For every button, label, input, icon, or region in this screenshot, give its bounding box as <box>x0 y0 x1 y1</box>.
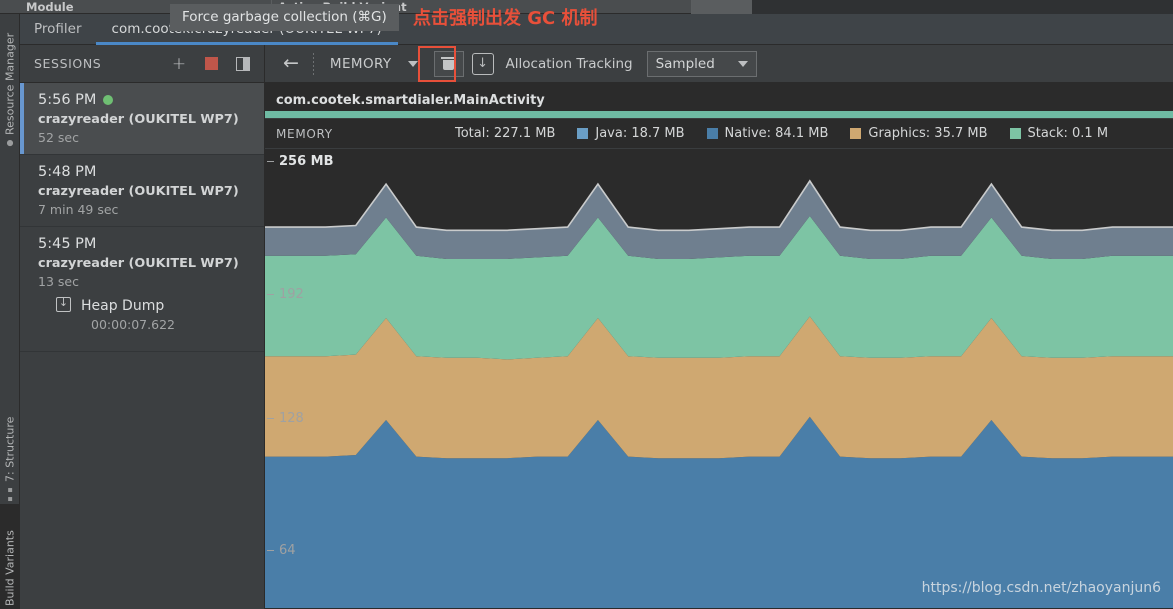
session-time-row: 5:56 PM <box>38 92 254 108</box>
legend-graphics-label: Graphics: 35.7 MB <box>868 126 987 141</box>
session-list-item-3[interactable]: 5:45 PM crazyreader (OUKITEL WP7) 13 sec… <box>20 227 264 352</box>
activity-timeline-row: com.cootek.smartdialer.MainActivity <box>265 83 1173 119</box>
legend-stack-label: Stack: 0.1 M <box>1028 126 1109 141</box>
stop-icon <box>205 57 218 70</box>
session-time: 5:48 PM <box>38 164 96 180</box>
split-pane-icon <box>236 57 250 71</box>
heap-dump-icon <box>56 297 71 312</box>
legend-swatch-stack <box>1010 128 1021 139</box>
force-gc-tooltip: Force garbage collection (⌘G) <box>170 4 399 31</box>
profiler-type-dropdown[interactable]: MEMORY <box>320 56 428 72</box>
trash-icon <box>443 57 454 70</box>
session-process-name: crazyreader (OUKITEL WP7) <box>38 112 254 127</box>
resource-manager-icon: ● <box>6 139 15 148</box>
heap-dump-timestamp: 00:00:07.622 <box>81 317 175 332</box>
session-time: 5:45 PM <box>38 236 96 252</box>
legend-swatch-graphics <box>850 128 861 139</box>
legend-stack: Stack: 0.1 M <box>1010 126 1109 141</box>
session-process-name: crazyreader (OUKITEL WP7) <box>38 256 254 271</box>
live-session-indicator-icon <box>103 95 113 105</box>
legend-java: Java: 18.7 MB <box>577 126 684 141</box>
heap-dump-export-icon[interactable] <box>472 53 494 75</box>
session-time-row: 5:45 PM <box>38 236 254 252</box>
legend-java-label: Java: 18.7 MB <box>595 126 684 141</box>
y-axis-label-192: 192 <box>267 287 304 302</box>
allocation-sampling-select[interactable]: Sampled <box>647 51 757 77</box>
memory-chart[interactable]: 256 MB 192 128 64 https://blog.csdn.net/… <box>265 149 1173 608</box>
profiler-main-area: ← MEMORY Allocation Tracking Sampled com… <box>265 45 1173 609</box>
module-bar-end <box>752 0 1173 14</box>
resource-manager-label: Resource Manager <box>4 33 17 135</box>
chevron-down-icon <box>408 61 418 67</box>
session-list-item-1[interactable]: 5:56 PM crazyreader (OUKITEL WP7) 52 sec <box>20 83 264 155</box>
module-bar-spacer <box>692 0 752 14</box>
legend-native-label: Native: 84.1 MB <box>725 126 829 141</box>
heap-dump-label: Heap Dump <box>81 298 164 314</box>
watermark: https://blog.csdn.net/zhaoyanjun6 <box>922 580 1161 596</box>
back-arrow-icon[interactable]: ← <box>275 54 307 73</box>
sessions-header: SESSIONS + <box>20 45 264 83</box>
sidebar-item-structure[interactable]: ▪▪ 7: Structure <box>0 394 20 504</box>
legend-swatch-native <box>707 128 718 139</box>
add-session-button[interactable]: + <box>170 55 188 73</box>
force-gc-button[interactable] <box>434 51 464 77</box>
memory-legend-row: MEMORY Total: 227.1 MB Java: 18.7 MB Nat… <box>265 119 1173 149</box>
legend-total-label: Total: 227.1 MB <box>455 126 555 141</box>
toggle-sessions-pane-button[interactable] <box>234 55 252 73</box>
chevron-down-icon <box>738 61 748 67</box>
structure-icon: ▪▪ <box>6 486 15 504</box>
annotation-text: 点击强制出发 GC 机制 <box>413 4 598 30</box>
session-time: 5:56 PM <box>38 92 96 108</box>
toolbar-separator <box>313 53 314 75</box>
memory-legend-title: MEMORY <box>265 127 455 141</box>
left-tool-strip: ● Resource Manager ▪▪ 7: Structure ▲ Bui… <box>0 14 20 609</box>
heap-dump-entry[interactable]: Heap Dump 00:00:07.622 <box>38 289 254 342</box>
profiler-window: Module Active Build Variant ● Resource M… <box>0 0 1173 609</box>
sidebar-item-resource-manager[interactable]: ● Resource Manager <box>0 18 20 148</box>
legend-total: Total: 227.1 MB <box>455 126 555 141</box>
session-duration: 52 sec <box>38 130 254 145</box>
session-time-row: 5:48 PM <box>38 164 254 180</box>
activity-name: com.cootek.smartdialer.MainActivity <box>276 93 545 108</box>
legend-graphics: Graphics: 35.7 MB <box>850 126 987 141</box>
session-list-item-2[interactable]: 5:48 PM crazyreader (OUKITEL WP7) 7 min … <box>20 155 264 227</box>
memory-area-chart-svg <box>265 149 1173 608</box>
y-axis-label-128: 128 <box>267 411 304 426</box>
stop-session-button[interactable] <box>202 55 220 73</box>
session-duration: 13 sec <box>38 274 254 289</box>
build-variants-label: Build Variants <box>4 530 17 606</box>
plus-icon: + <box>172 57 186 71</box>
allocation-sampling-value: Sampled <box>656 56 715 72</box>
legend-swatch-java <box>577 128 588 139</box>
structure-label: 7: Structure <box>4 417 17 482</box>
activity-lifecycle-bar <box>265 111 1173 118</box>
allocation-tracking-label: Allocation Tracking <box>506 56 633 72</box>
y-axis-label-64: 64 <box>267 543 296 558</box>
session-process-name: crazyreader (OUKITEL WP7) <box>38 184 254 199</box>
tool-window-title: Profiler <box>20 14 96 45</box>
session-duration: 7 min 49 sec <box>38 202 254 217</box>
legend-native: Native: 84.1 MB <box>707 126 829 141</box>
sidebar-item-build-variants[interactable]: ▲ Build Variants <box>0 504 20 609</box>
profiler-toolbar: ← MEMORY Allocation Tracking Sampled <box>265 45 1173 83</box>
y-axis-label-256: 256 MB <box>267 154 334 169</box>
profiler-type-label: MEMORY <box>330 56 392 72</box>
sessions-panel: SESSIONS + 5:56 PM crazyreader (OUKITEL … <box>20 45 265 609</box>
sessions-title: SESSIONS <box>34 56 156 71</box>
